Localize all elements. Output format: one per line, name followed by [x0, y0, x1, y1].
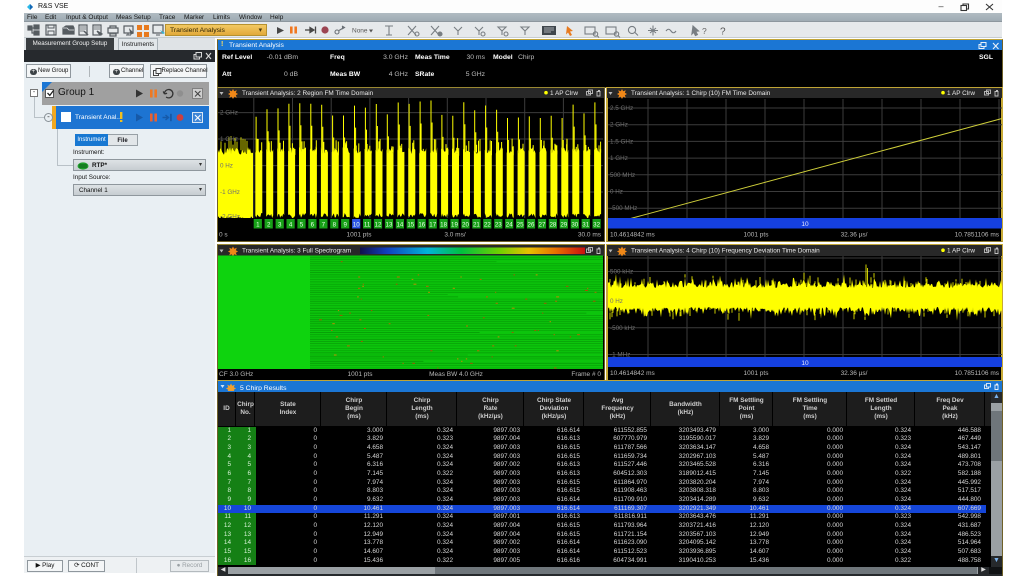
svg-text:2 GHz: 2 GHz	[220, 110, 238, 117]
svg-text:21: 21	[473, 222, 480, 229]
svg-text:3: 3	[278, 222, 282, 229]
svg-text:0 Hz: 0 Hz	[610, 298, 623, 305]
svg-text:1001 pts: 1001 pts	[744, 232, 770, 239]
svg-text:Frame # 0: Frame # 0	[571, 371, 601, 378]
svg-text:0 s: 0 s	[219, 232, 228, 239]
svg-text:10: 10	[801, 360, 809, 367]
svg-text:8: 8	[333, 222, 337, 229]
svg-text:1 AP Clrw: 1 AP Clrw	[947, 248, 975, 255]
svg-text:4: 4	[289, 222, 293, 229]
svg-text:10.7851106 ms: 10.7851106 ms	[955, 370, 1000, 377]
svg-text:10.4614842 ms: 10.4614842 ms	[610, 232, 656, 239]
svg-text:0 Hz: 0 Hz	[220, 163, 233, 170]
svg-text:2: 2	[267, 222, 271, 229]
svg-text:3.0 ms/: 3.0 ms/	[444, 232, 466, 239]
svg-text:17: 17	[429, 222, 436, 229]
svg-text:30.0 ms: 30.0 ms	[578, 232, 602, 239]
svg-text:2 GHz: 2 GHz	[610, 122, 628, 129]
svg-text:1 AP Clrw: 1 AP Clrw	[550, 90, 578, 97]
svg-text:10.4614842 ms: 10.4614842 ms	[610, 370, 656, 377]
svg-text:26: 26	[528, 222, 535, 229]
svg-text:1001 pts: 1001 pts	[348, 371, 374, 378]
svg-text:5 Chirp Results: 5 Chirp Results	[240, 385, 287, 391]
svg-text:13: 13	[386, 222, 393, 229]
svg-text:12: 12	[375, 222, 382, 229]
svg-text:14: 14	[396, 222, 403, 229]
svg-text:0 Hz: 0 Hz	[610, 189, 623, 196]
svg-text:10: 10	[353, 222, 360, 229]
svg-text:30: 30	[571, 222, 578, 229]
svg-text:11: 11	[364, 222, 371, 229]
svg-text:32.36 µs/: 32.36 µs/	[841, 370, 868, 377]
svg-text:Transient Analysis: 3 Full Spe: Transient Analysis: 3 Full Spectrogram	[242, 248, 351, 255]
svg-text:Meas BW 4.0 GHz: Meas BW 4.0 GHz	[429, 371, 483, 378]
svg-text:1 AP Clrw: 1 AP Clrw	[947, 90, 975, 97]
svg-text:28: 28	[549, 222, 556, 229]
svg-text:-1 GHz: -1 GHz	[220, 189, 240, 196]
svg-text:10.7851106 ms: 10.7851106 ms	[955, 232, 1000, 239]
svg-text:7: 7	[322, 222, 326, 229]
svg-text:15: 15	[407, 222, 414, 229]
svg-text:Transient Analysis: 2 Region F: Transient Analysis: 2 Region FM Time Dom…	[242, 90, 374, 97]
svg-text:1 GHz: 1 GHz	[220, 136, 238, 143]
svg-text:CF 3.0 GHz: CF 3.0 GHz	[219, 371, 253, 378]
svg-text:19: 19	[451, 222, 458, 229]
svg-text:9: 9	[343, 222, 347, 229]
svg-text:-500 kHz: -500 kHz	[610, 325, 635, 332]
svg-text:1: 1	[256, 222, 260, 229]
svg-text:10: 10	[801, 221, 809, 228]
svg-text:18: 18	[440, 222, 447, 229]
svg-text:5: 5	[300, 222, 304, 229]
svg-text:32.36 µs/: 32.36 µs/	[841, 232, 868, 239]
svg-text:500 kHz: 500 kHz	[610, 269, 633, 276]
svg-text:16: 16	[418, 222, 425, 229]
svg-text:24: 24	[506, 222, 513, 229]
svg-text:1 GHz: 1 GHz	[610, 155, 628, 162]
svg-text:500 MHz: 500 MHz	[610, 172, 635, 179]
svg-text:22: 22	[484, 222, 491, 229]
svg-text:2.5 GHz: 2.5 GHz	[610, 105, 633, 112]
svg-text:25: 25	[517, 222, 524, 229]
svg-text:1001 pts: 1001 pts	[744, 370, 770, 377]
svg-text:Transient Analysis: 1 Chirp (1: Transient Analysis: 1 Chirp (10) FM Time…	[631, 90, 771, 97]
svg-text:1.5 GHz: 1.5 GHz	[610, 138, 633, 145]
svg-text:Transient Analysis: 4 Chirp (1: Transient Analysis: 4 Chirp (10) Frequen…	[631, 248, 820, 255]
svg-text:6: 6	[311, 222, 315, 229]
svg-text:29: 29	[560, 222, 567, 229]
svg-text:31: 31	[582, 222, 589, 229]
svg-text:1001 pts: 1001 pts	[347, 232, 373, 239]
svg-text:27: 27	[539, 222, 546, 229]
svg-text:20: 20	[462, 222, 469, 229]
svg-text:23: 23	[495, 222, 502, 229]
svg-text:32: 32	[593, 222, 600, 229]
svg-text:-500 MHz: -500 MHz	[610, 205, 637, 212]
